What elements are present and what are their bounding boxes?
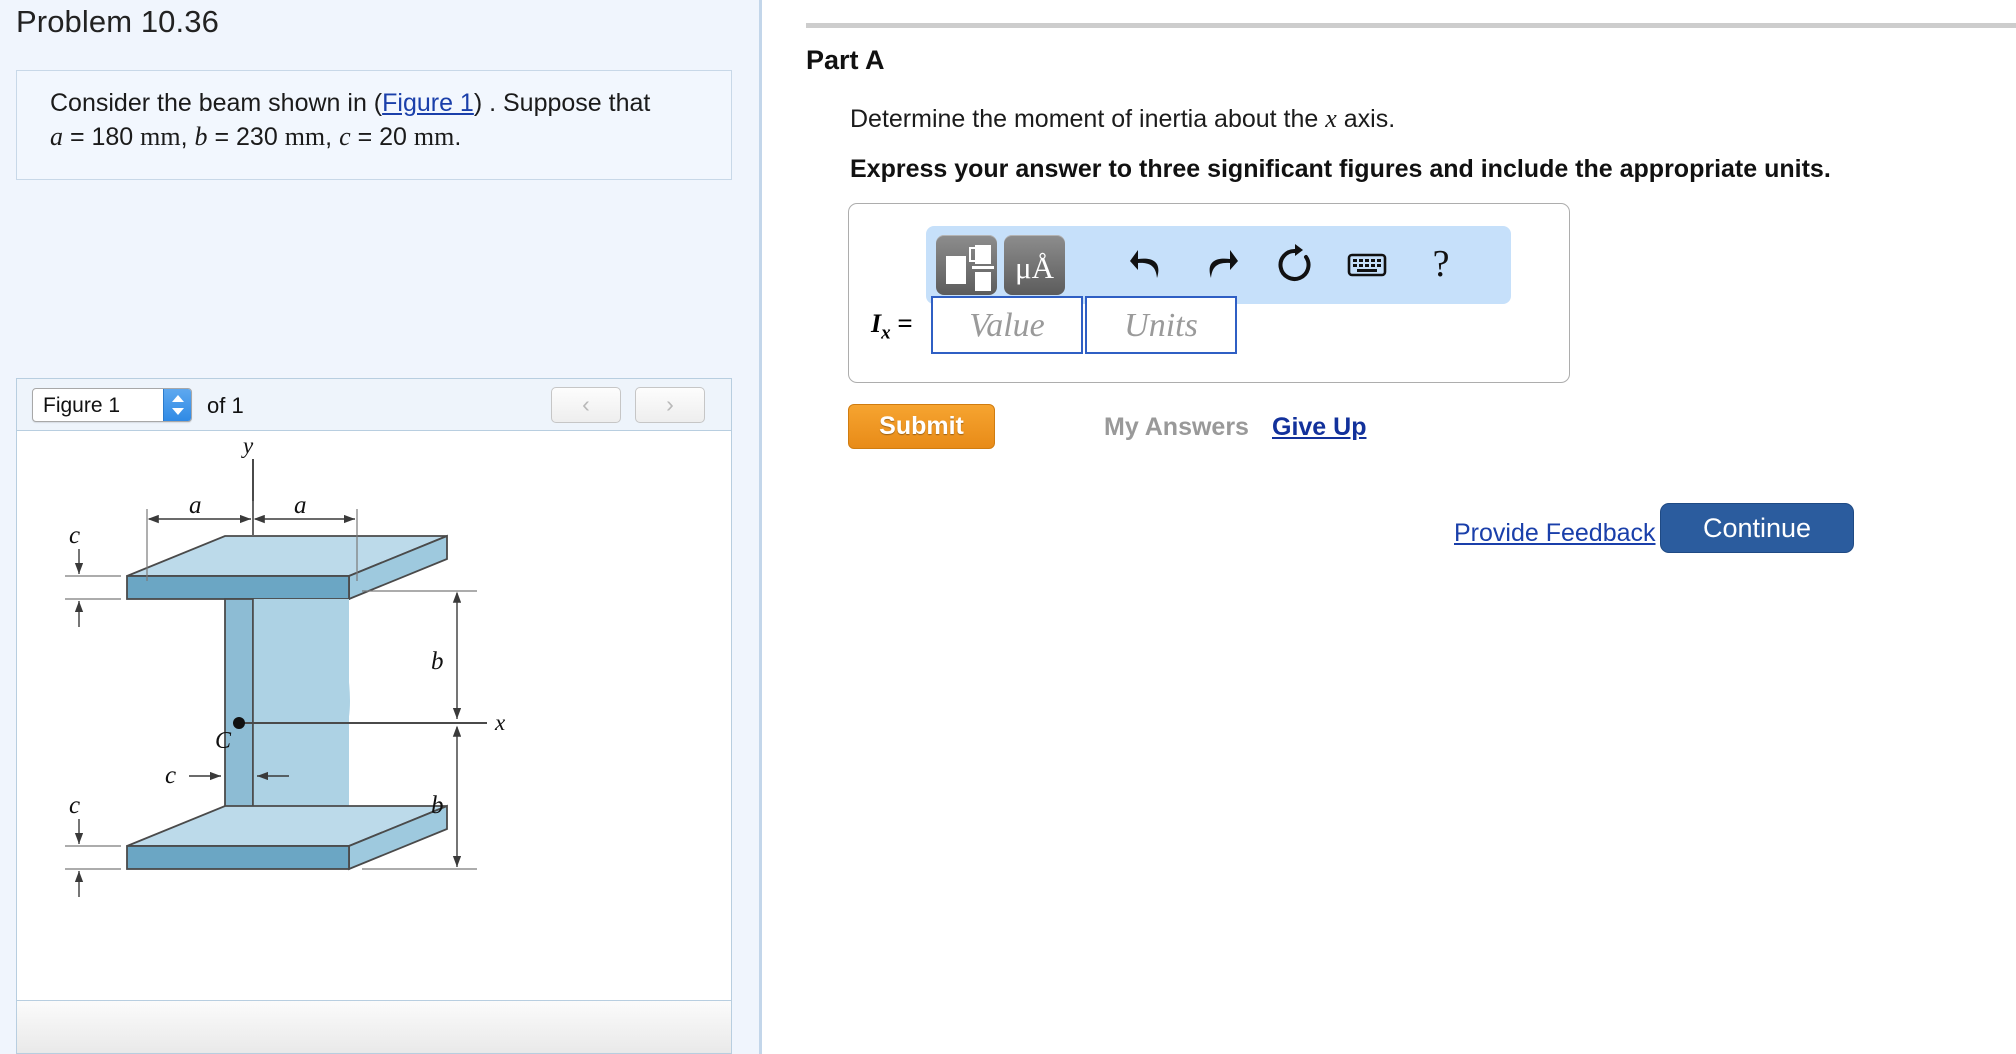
question-prompt-variable: x: [1325, 104, 1337, 133]
given-b-symbol: b: [194, 122, 208, 152]
centroid-label: C: [215, 728, 232, 754]
figure-image: y x C a a c c c b b: [17, 431, 731, 991]
submit-button[interactable]: Submit: [848, 404, 995, 449]
dim-c-bottom-label: c: [69, 792, 80, 819]
dim-b-lower-label: b: [431, 792, 444, 819]
problem-page: Problem 10.36 Consider the beam shown in…: [0, 0, 2016, 1054]
top-flange-front-face: [126, 575, 350, 600]
figure-count-label: of 1: [207, 393, 244, 418]
answer-equals-sign: =: [897, 308, 913, 338]
dim-a-right-label: a: [294, 492, 307, 519]
given-a-unit: mm: [140, 122, 181, 152]
template-denominator-icon: [975, 272, 991, 291]
dim-b-upper-label: b: [431, 648, 444, 675]
figure-prev-button[interactable]: ‹: [551, 387, 621, 423]
template-numerator-icon: [975, 245, 991, 264]
dim-c-web-label: c: [165, 762, 176, 789]
figure-next-button[interactable]: ›: [635, 387, 705, 423]
part-heading: Part A: [806, 45, 885, 75]
given-b-unit: mm: [284, 122, 326, 152]
given-sep-1: ,: [180, 123, 188, 152]
question-prompt-post: axis.: [1336, 105, 1396, 133]
units-symbol-button[interactable]: μÅ: [1004, 235, 1065, 295]
section-divider: [806, 23, 2016, 28]
help-question-icon[interactable]: ?: [1418, 242, 1464, 288]
bottom-flange-front-face: [126, 845, 350, 870]
reset-circular-arrow-icon[interactable]: [1272, 242, 1318, 288]
x-axis-label: x: [494, 710, 506, 735]
statement-suffix: ) . Suppose that: [473, 89, 651, 117]
answer-variable-symbol: I: [871, 309, 882, 338]
dim-c-top-label: c: [69, 522, 80, 549]
given-c-unit: mm: [413, 122, 455, 152]
centroid-point: [233, 717, 245, 729]
answer-variable-label: Ix =: [871, 308, 913, 344]
keyboard-icon[interactable]: [1344, 242, 1390, 288]
ibeam-diagram-svg: y x C a a c c c b b: [65, 433, 506, 897]
dim-a-left-label: a: [189, 492, 202, 519]
answer-value-input[interactable]: Value: [931, 296, 1083, 354]
page-title: Problem 10.36: [16, 4, 219, 39]
given-period: .: [454, 123, 462, 152]
y-axis-label: y: [241, 433, 254, 458]
template-format-button[interactable]: [936, 235, 997, 295]
continue-button[interactable]: Continue: [1660, 503, 1854, 553]
given-b-value: = 230: [214, 123, 278, 152]
question-prompt: Determine the moment of inertia about th…: [850, 104, 1395, 134]
figure-select[interactable]: Figure 1: [32, 388, 192, 422]
problem-sidebar: Problem 10.36 Consider the beam shown in…: [0, 0, 762, 1054]
answer-variable-subscript: x: [881, 322, 891, 344]
figure-1-link[interactable]: Figure 1: [382, 89, 474, 117]
provide-feedback-link[interactable]: Provide Feedback: [1454, 519, 1656, 548]
question-prompt-pre: Determine the moment of inertia about th…: [850, 105, 1326, 133]
figure-panel: Figure 1 of 1 ‹ › y x C a a c c c b b: [16, 378, 732, 1054]
redo-arrow-icon[interactable]: [1198, 242, 1244, 288]
statement-prefix: Consider the beam shown in (: [50, 89, 383, 117]
answer-units-input[interactable]: Units: [1085, 296, 1237, 354]
undo-arrow-icon[interactable]: [1124, 242, 1170, 288]
given-sep-2: ,: [325, 123, 333, 152]
answer-instruction: Express your answer to three significant…: [850, 155, 1831, 183]
answer-pane: Part A Determine the moment of inertia a…: [762, 0, 2016, 1054]
given-c-symbol: c: [339, 122, 351, 152]
figure-navbar: Figure 1 of 1 ‹ ›: [17, 379, 731, 431]
given-a-value: = 180: [69, 123, 134, 152]
problem-statement-text: Consider the beam shown in (Figure 1) . …: [50, 87, 710, 155]
template-fraction-bar-icon: [972, 266, 994, 269]
answer-entry-card: μÅ ? Ix = Value Units: [848, 203, 1570, 383]
chevron-up-down-icon[interactable]: [163, 389, 191, 421]
given-a-symbol: a: [50, 122, 63, 152]
figure-footer-bar: [16, 1000, 732, 1054]
template-box-icon: [946, 256, 966, 284]
given-c-value: = 20: [357, 123, 407, 152]
my-answers-link[interactable]: My Answers: [1104, 413, 1249, 442]
math-toolbar: μÅ ?: [926, 226, 1511, 304]
give-up-link[interactable]: Give Up: [1272, 413, 1366, 442]
figure-select-label: Figure 1: [43, 394, 121, 417]
units-symbol-label: μÅ: [1014, 250, 1054, 285]
problem-statement-box: Consider the beam shown in (Figure 1) . …: [16, 70, 732, 180]
